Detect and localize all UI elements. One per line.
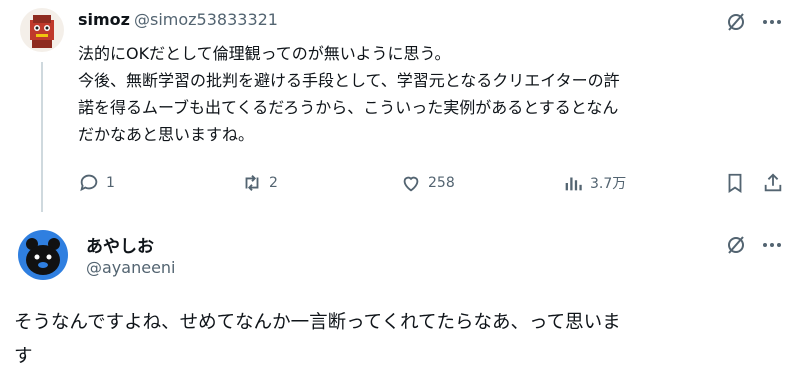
tweet1-actions: 1 2 258 3.7万 (78, 172, 788, 200)
tweet-text-line: そうなんですよね、せめてなんか一言断ってくれてたらなあ、って思いま (14, 312, 621, 333)
user-handle[interactable]: @simoz53833321 (134, 10, 278, 29)
reply-button[interactable]: 1 (78, 172, 115, 194)
user-handle[interactable]: @ayaneeni (86, 258, 176, 277)
retweet-count: 2 (269, 175, 278, 191)
thread-line (41, 62, 43, 212)
tweet1-text: 法的にOKだとして倫理観ってのが無いように思う。 今後、無断学習の批判を避ける手… (78, 40, 778, 148)
more-icon[interactable] (760, 233, 784, 261)
retweet-button[interactable]: 2 (241, 172, 278, 194)
reply-icon (80, 174, 98, 192)
retweet-icon (245, 175, 259, 191)
tweet-text-line: 諾を得るムーブも出てくるだろうから、こういった実例があるとするとなん (78, 98, 619, 117)
bookmark-icon (728, 173, 742, 193)
bookmark-button[interactable] (724, 172, 746, 194)
avatar-ayashio[interactable] (18, 230, 68, 280)
like-count: 258 (428, 175, 455, 191)
views-button[interactable]: 3.7万 (562, 172, 626, 194)
grok-icon[interactable] (724, 233, 748, 261)
tweet-text-line: す (14, 346, 33, 367)
views-icon (565, 177, 582, 191)
share-icon (764, 173, 782, 192)
like-button[interactable]: 258 (400, 172, 455, 194)
avatar-image (30, 15, 54, 48)
tweet1-header: simoz @simoz53833321 (78, 10, 278, 29)
grok-icon[interactable] (724, 10, 748, 38)
tweet2-text: そうなんですよね、せめてなんか一言断ってくれてたらなあ、って思いま す (14, 306, 790, 374)
display-name[interactable]: simoz (78, 10, 130, 29)
tweet-text-line: 今後、無断学習の批判を避ける手段として、学習元となるクリエイターの許 (78, 71, 620, 90)
like-icon (403, 176, 419, 192)
avatar-image (26, 238, 60, 275)
tweet-text-line: だかなあと思いますね。 (78, 125, 255, 144)
avatar-simoz[interactable] (20, 8, 64, 52)
views-count: 3.7万 (590, 176, 627, 192)
reply-count: 1 (106, 175, 115, 191)
display-name[interactable]: あやしお (86, 232, 154, 257)
tweet-text-line: 法的にOKだとして倫理観ってのが無いように思う。 (78, 44, 451, 63)
more-icon[interactable] (760, 10, 784, 38)
share-button[interactable] (762, 172, 784, 194)
